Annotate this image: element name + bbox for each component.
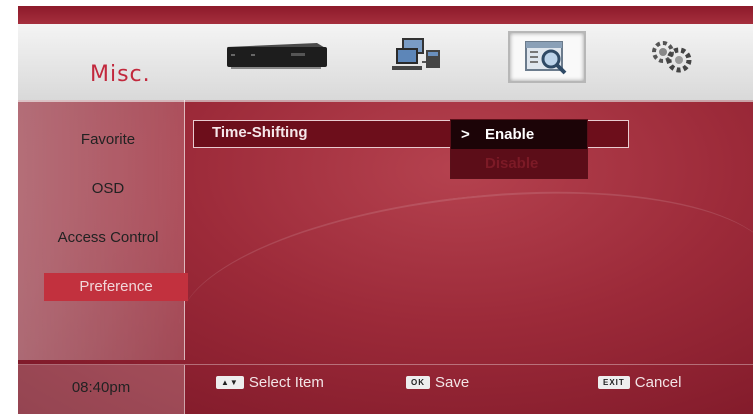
sidebar-item-preference[interactable]: Preference <box>44 273 188 301</box>
hint-save: OK Save <box>406 374 469 391</box>
option-enable[interactable]: > Enable <box>451 120 587 149</box>
hint-label: Select Item <box>248 374 324 391</box>
top-band <box>18 6 753 24</box>
hint-label: Cancel <box>634 374 682 391</box>
search-window-icon[interactable] <box>508 31 586 83</box>
option-disable[interactable]: Disable <box>451 149 587 178</box>
sidebar-item-access-control[interactable]: Access Control <box>28 224 188 252</box>
exit-key-icon: EXIT <box>598 376 630 389</box>
page-title: Misc. <box>90 62 151 87</box>
network-computer-icon[interactable] <box>384 26 454 86</box>
option-label: Disable <box>485 155 539 172</box>
tv-screen: Misc. Favorite OSD Access Control Prefer… <box>18 6 753 414</box>
up-down-key-icon: ▲▼ <box>216 376 244 389</box>
hint-cancel: EXIT Cancel <box>598 374 681 391</box>
clock: 08:40pm <box>71 379 131 396</box>
option-dropdown[interactable]: > Enable Disable <box>450 119 588 179</box>
hint-label: Save <box>435 374 470 391</box>
gears-icon[interactable] <box>640 26 700 86</box>
header-bar: Misc. <box>18 24 753 102</box>
ok-key-icon: OK <box>406 376 430 389</box>
footer-bar: 08:40pm ▲▼ Select Item OK Save EXIT Canc… <box>18 364 753 414</box>
set-top-box-icon[interactable] <box>216 26 336 86</box>
footer-clock-area: 08:40pm <box>18 365 185 414</box>
hint-select-item: ▲▼ Select Item <box>216 374 324 391</box>
sidebar-item-favorite[interactable]: Favorite <box>28 126 188 154</box>
setting-label: Time-Shifting <box>212 124 308 141</box>
selection-marker: > <box>461 126 470 143</box>
sidebar: Favorite OSD Access Control Preference <box>18 100 188 360</box>
option-label: Enable <box>485 126 535 143</box>
sidebar-item-osd[interactable]: OSD <box>28 175 188 203</box>
